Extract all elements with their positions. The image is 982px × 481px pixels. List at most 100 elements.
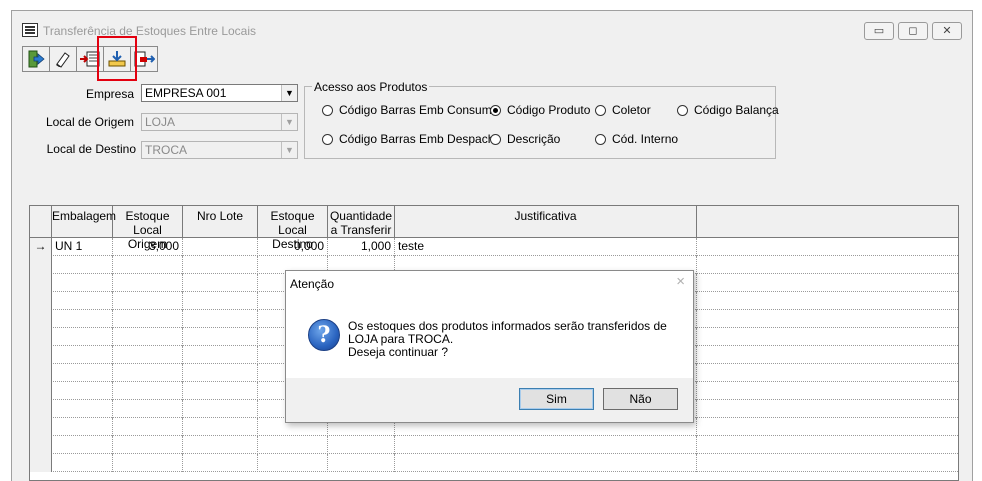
close-button[interactable]: ✕ (932, 22, 962, 40)
col-embalagem-line1: Embalagem (52, 209, 117, 223)
radio-button[interactable] (490, 133, 501, 145)
col-nro-lote[interactable]: Nro Lote (183, 206, 258, 238)
cell-origem[interactable] (113, 310, 183, 328)
radio-button[interactable] (677, 104, 688, 116)
cell-origem[interactable] (113, 274, 183, 292)
radio-cod-interno[interactable]: Cód. Interno (595, 132, 678, 146)
cell-origem[interactable] (113, 364, 183, 382)
row-indicator (30, 310, 52, 328)
cell-lote[interactable] (183, 274, 258, 292)
cell-origem[interactable] (113, 256, 183, 274)
radio-label: Código Barras Emb Despacho (339, 132, 502, 146)
question-icon: ? (308, 319, 340, 351)
radio-button[interactable] (322, 104, 333, 116)
clear-button[interactable] (49, 46, 77, 72)
cell-origem[interactable] (113, 454, 183, 472)
confirm-dialog: Atenção × ? Os estoques dos produtos inf… (285, 270, 694, 423)
col-quantidade-line2: a Transferir (330, 223, 392, 237)
col-estoque-origem[interactable]: Estoque Local Origem (113, 206, 183, 251)
radio-codigo-barras-consumo[interactable]: Código Barras Emb Consumo (322, 103, 498, 117)
cell-origem[interactable] (113, 382, 183, 400)
cell-quantidade[interactable] (328, 454, 395, 472)
cell-justificativa[interactable] (395, 454, 697, 472)
cell-origem[interactable] (113, 436, 183, 454)
cell-embalagem[interactable] (52, 436, 113, 454)
col-estoque-destino[interactable]: Estoque Local Destino (258, 206, 328, 251)
col-quantidade-line1: Quantidade (329, 209, 393, 223)
cell-lote[interactable] (183, 346, 258, 364)
close-icon: ✕ (942, 24, 952, 37)
local-origem-select: LOJA ▼ (141, 113, 298, 131)
empresa-label: Empresa (85, 87, 134, 101)
radio-coletor[interactable]: Coletor (595, 103, 651, 117)
yes-button[interactable]: Sim (519, 388, 594, 410)
table-row[interactable] (30, 436, 958, 454)
cell-lote[interactable] (183, 256, 258, 274)
cell-embalagem[interactable] (52, 364, 113, 382)
col-justificativa[interactable]: Justificativa (395, 206, 697, 238)
cell-destino[interactable] (258, 454, 328, 472)
cell-destino[interactable]: 0,000 (258, 238, 328, 256)
row-indicator (30, 436, 52, 454)
local-origem-value: LOJA (145, 115, 176, 129)
window-title: Transferência de Estoques Entre Locais (43, 24, 257, 38)
cell-embalagem[interactable] (52, 418, 113, 436)
cell-embalagem[interactable] (52, 346, 113, 364)
cell-lote[interactable] (183, 418, 258, 436)
radio-button-selected[interactable] (490, 104, 501, 116)
cell-origem[interactable] (113, 346, 183, 364)
radio-button[interactable] (595, 133, 606, 145)
radio-descricao[interactable]: Descrição (490, 132, 560, 146)
col-embalagem[interactable]: Embalagem (52, 206, 117, 238)
cell-origem[interactable] (113, 328, 183, 346)
dialog-close-icon[interactable]: × (676, 273, 685, 290)
radio-button[interactable] (595, 104, 606, 116)
radio-button[interactable] (322, 133, 333, 145)
cell-embalagem[interactable] (52, 382, 113, 400)
cell-lote[interactable] (183, 454, 258, 472)
col-estoque-origem-line1: Estoque (125, 209, 170, 223)
cell-lote[interactable] (183, 310, 258, 328)
grid-header: Embalagem Estoque Local Origem Nro Lote E… (30, 206, 958, 251)
cell-justificativa[interactable]: teste (395, 238, 697, 256)
cell-lote[interactable] (183, 292, 258, 310)
radio-codigo-barras-despacho[interactable]: Código Barras Emb Despacho (322, 132, 501, 146)
cell-lote[interactable] (183, 436, 258, 454)
cell-embalagem[interactable] (52, 400, 113, 418)
cell-origem[interactable] (113, 400, 183, 418)
cell-origem[interactable] (113, 418, 183, 436)
radio-codigo-produto[interactable]: Código Produto (490, 103, 590, 117)
row-indicator (30, 418, 52, 436)
cell-embalagem[interactable] (52, 454, 113, 472)
col-estoque-destino-line1: Estoque (270, 209, 315, 223)
row-indicator (30, 400, 52, 418)
cell-lote[interactable] (183, 400, 258, 418)
cell-lote[interactable] (183, 382, 258, 400)
eraser-icon (56, 52, 70, 68)
cell-embalagem[interactable] (52, 256, 113, 274)
cell-origem[interactable]: 3,000 (113, 238, 183, 256)
cell-lote[interactable] (183, 364, 258, 382)
exit-button[interactable] (22, 46, 50, 72)
maximize-button[interactable]: ◻ (898, 22, 928, 40)
cell-lote[interactable] (183, 328, 258, 346)
minimize-button[interactable]: ▭ (864, 22, 894, 40)
empresa-select[interactable]: EMPRESA 001 ▼ (141, 84, 298, 102)
cell-destino[interactable] (258, 436, 328, 454)
col-quantidade[interactable]: Quantidade a Transferir (328, 206, 395, 238)
cell-quantidade[interactable] (328, 436, 395, 454)
cell-embalagem[interactable] (52, 292, 113, 310)
cell-embalagem[interactable] (52, 274, 113, 292)
table-row[interactable] (30, 454, 958, 472)
cell-quantidade[interactable]: 1,000 (328, 238, 395, 256)
radio-codigo-balanca[interactable]: Código Balança (677, 103, 779, 117)
cell-embalagem[interactable]: UN 1 (52, 238, 113, 256)
cell-justificativa[interactable] (395, 436, 697, 454)
cell-origem[interactable] (113, 292, 183, 310)
no-button[interactable]: Não (603, 388, 678, 410)
cell-lote[interactable] (183, 238, 258, 256)
cell-embalagem[interactable] (52, 310, 113, 328)
chevron-down-icon[interactable]: ▼ (281, 85, 297, 101)
cell-embalagem[interactable] (52, 328, 113, 346)
table-row[interactable]: → UN 1 3,000 0,000 1,000 teste (30, 238, 958, 256)
